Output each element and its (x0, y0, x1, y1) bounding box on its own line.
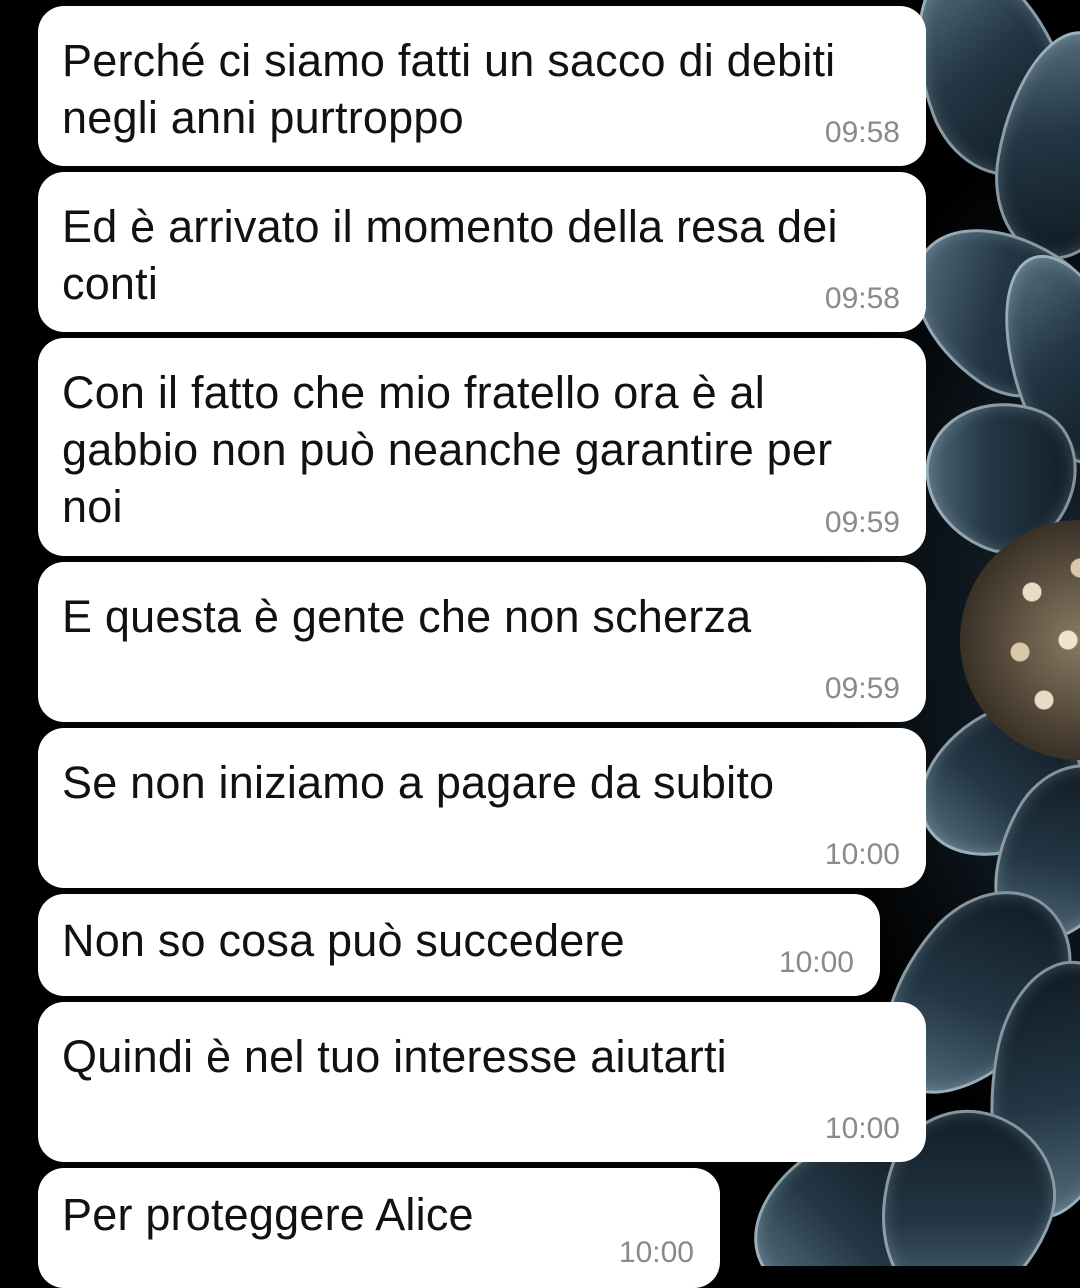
message-timestamp: 10:00 (824, 838, 900, 871)
chat-message-list[interactable]: Perché ci siamo fatti un sacco di debiti… (0, 0, 1080, 1288)
message-text: Non so cosa può succedere (62, 915, 625, 966)
message-text: Con il fatto che mio fratello ora è al g… (62, 367, 846, 532)
message-text: Ed è arrivato il momento della resa dei … (62, 201, 851, 309)
message-timestamp: 10:00 (824, 1112, 900, 1145)
message-bubble[interactable]: Perché ci siamo fatti un sacco di debiti… (38, 6, 926, 166)
message-timestamp: 09:58 (824, 116, 900, 149)
message-bubble[interactable]: Non so cosa può succedere 10:00 (38, 894, 880, 996)
message-bubble[interactable]: Con il fatto che mio fratello ora è al g… (38, 338, 926, 556)
message-text: E questa è gente che non scherza (62, 591, 752, 642)
message-text: Quindi è nel tuo interesse aiutarti (62, 1031, 727, 1082)
message-bubble[interactable]: Quindi è nel tuo interesse aiutarti 10:0… (38, 1002, 926, 1162)
message-text: Perché ci siamo fatti un sacco di debiti… (62, 35, 849, 143)
message-bubble[interactable]: Se non iniziamo a pagare da subito 10:00 (38, 728, 926, 888)
message-text: Per proteggere Alice (62, 1189, 474, 1240)
message-bubble[interactable]: Per proteggere Alice 10:00 (38, 1168, 720, 1288)
message-timestamp: 09:59 (824, 672, 900, 705)
message-timestamp: 10:00 (778, 946, 854, 979)
message-timestamp: 09:59 (824, 506, 900, 539)
message-text: Se non iniziamo a pagare da subito (62, 757, 775, 808)
message-bubble[interactable]: E questa è gente che non scherza 09:59 (38, 562, 926, 722)
message-bubble[interactable]: Ed è arrivato il momento della resa dei … (38, 172, 926, 332)
message-timestamp: 10:00 (618, 1236, 694, 1269)
message-timestamp: 09:58 (824, 282, 900, 315)
